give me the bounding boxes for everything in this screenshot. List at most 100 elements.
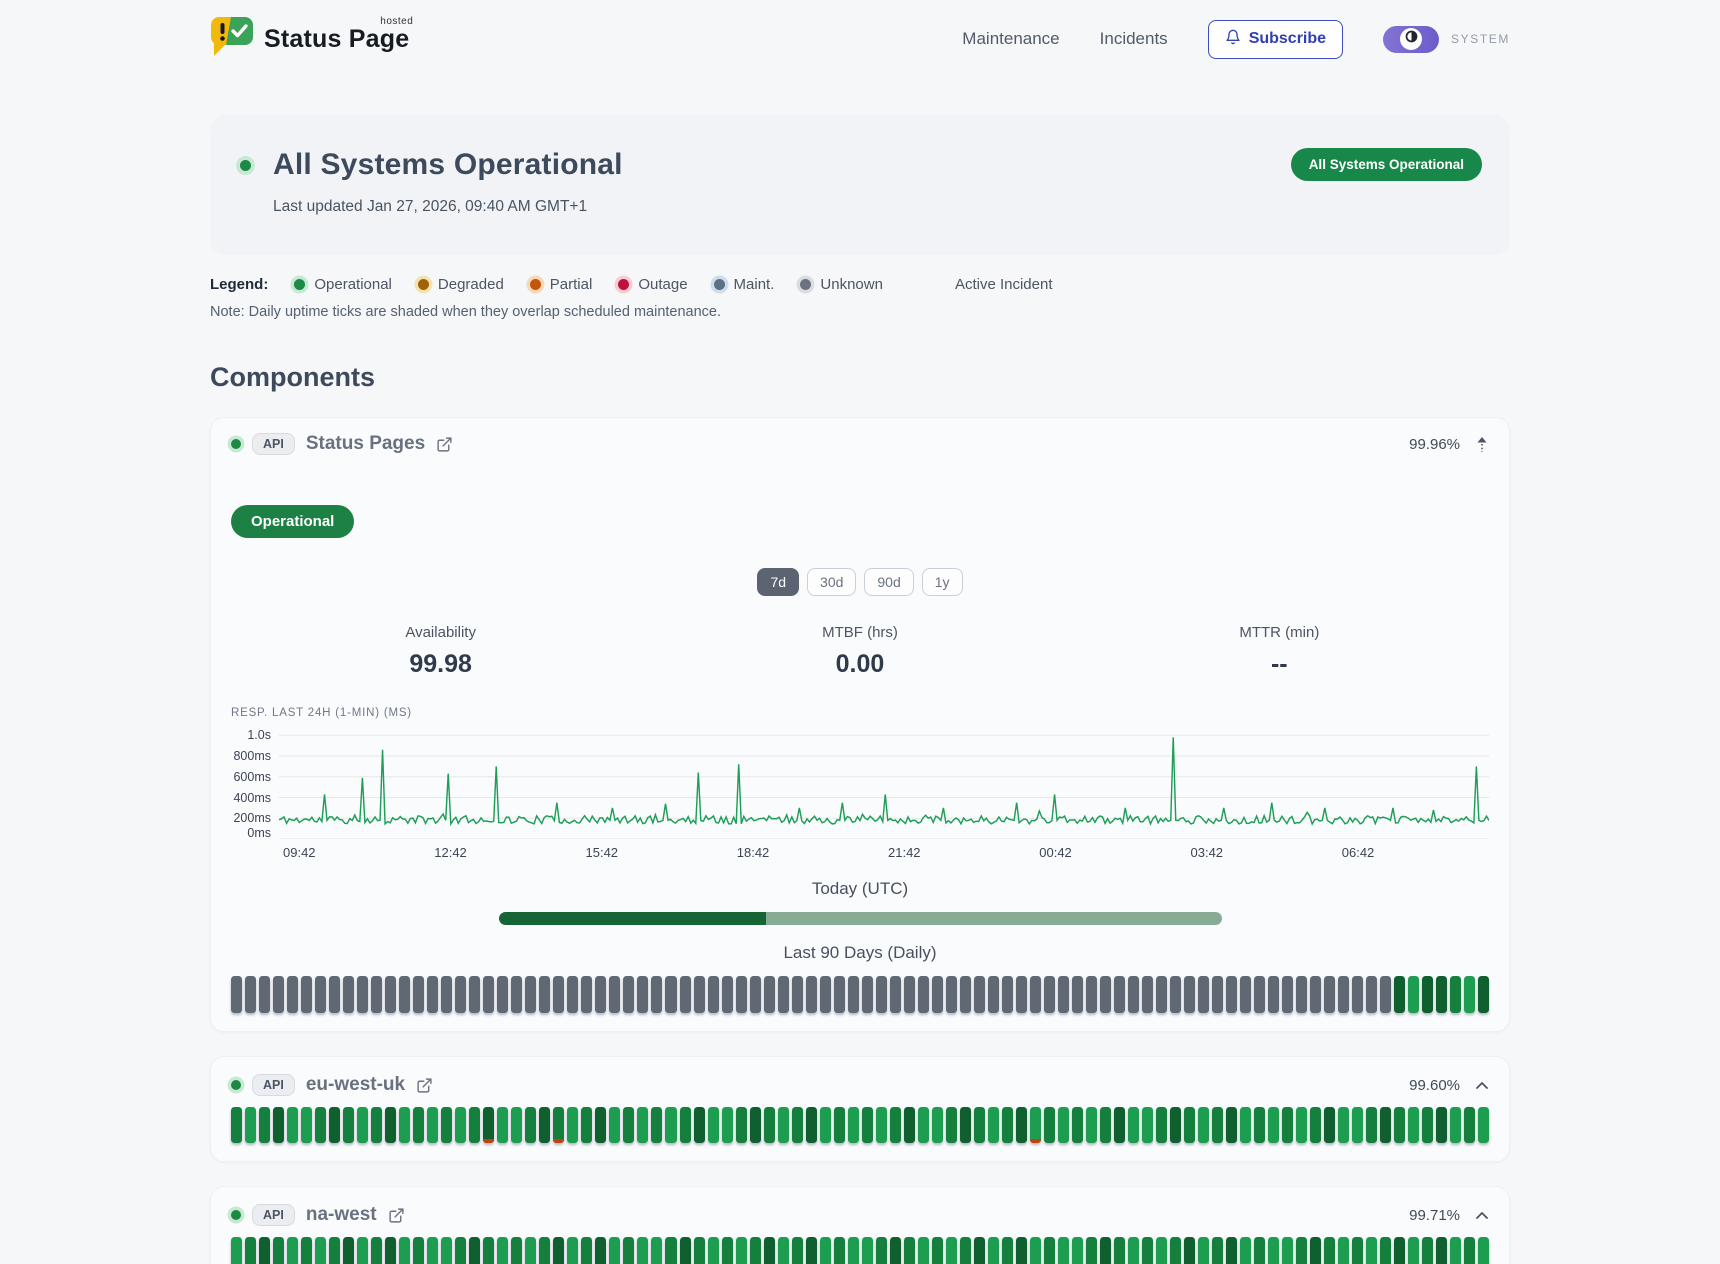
- uptime-day-tick[interactable]: [1296, 976, 1307, 1013]
- uptime-day-tick[interactable]: [960, 976, 971, 1013]
- uptime-day-tick[interactable]: [1114, 976, 1125, 1013]
- uptime-day-tick[interactable]: [259, 976, 270, 1013]
- uptime-day-tick[interactable]: [553, 1107, 564, 1143]
- uptime-day-tick[interactable]: [890, 1237, 901, 1264]
- uptime-day-tick[interactable]: [1100, 1237, 1111, 1264]
- uptime-day-tick[interactable]: [750, 976, 761, 1013]
- uptime-day-tick[interactable]: [1296, 1237, 1307, 1264]
- uptime-day-tick[interactable]: [1212, 976, 1223, 1013]
- uptime-day-tick[interactable]: [694, 976, 705, 1013]
- uptime-day-tick[interactable]: [1030, 1107, 1041, 1143]
- uptime-day-tick[interactable]: [301, 1237, 312, 1264]
- uptime-day-tick[interactable]: [848, 976, 859, 1013]
- uptime-day-tick[interactable]: [1114, 1107, 1125, 1143]
- uptime-day-tick[interactable]: [245, 1237, 256, 1264]
- uptime-day-tick[interactable]: [1212, 1107, 1223, 1143]
- uptime-day-tick[interactable]: [357, 1107, 368, 1143]
- uptime-day-tick[interactable]: [820, 1107, 831, 1143]
- uptime-day-tick[interactable]: [441, 1237, 452, 1264]
- uptime-day-tick[interactable]: [750, 1237, 761, 1264]
- uptime-day-tick[interactable]: [637, 976, 648, 1013]
- uptime-day-tick[interactable]: [1240, 1237, 1251, 1264]
- uptime-day-tick[interactable]: [343, 1237, 354, 1264]
- uptime-day-tick[interactable]: [231, 976, 242, 1013]
- uptime-day-tick[interactable]: [918, 1107, 929, 1143]
- uptime-day-tick[interactable]: [357, 976, 368, 1013]
- uptime-day-tick[interactable]: [1422, 976, 1433, 1013]
- uptime-day-tick[interactable]: [595, 1107, 606, 1143]
- external-link-icon[interactable]: [388, 1207, 405, 1224]
- uptime-day-tick[interactable]: [834, 1237, 845, 1264]
- uptime-day-tick[interactable]: [455, 1237, 466, 1264]
- uptime-day-tick[interactable]: [1436, 1107, 1447, 1143]
- uptime-day-tick[interactable]: [497, 1107, 508, 1143]
- component-header-na-west[interactable]: API na-west 99.71%: [231, 1202, 1489, 1226]
- uptime-day-tick[interactable]: [1058, 1237, 1069, 1264]
- uptime-day-tick[interactable]: [567, 1237, 578, 1264]
- uptime-day-tick[interactable]: [427, 1107, 438, 1143]
- uptime-day-tick[interactable]: [764, 1237, 775, 1264]
- uptime-day-tick[interactable]: [680, 976, 691, 1013]
- uptime-day-tick[interactable]: [918, 976, 929, 1013]
- uptime-day-tick[interactable]: [301, 1107, 312, 1143]
- uptime-day-tick[interactable]: [1044, 976, 1055, 1013]
- uptime-day-tick[interactable]: [1240, 976, 1251, 1013]
- uptime-day-tick[interactable]: [694, 1107, 705, 1143]
- uptime-day-tick[interactable]: [259, 1107, 270, 1143]
- theme-toggle[interactable]: [1383, 26, 1439, 53]
- uptime-day-tick[interactable]: [287, 1237, 298, 1264]
- uptime-day-tick[interactable]: [946, 1237, 957, 1264]
- uptime-day-tick[interactable]: [1002, 976, 1013, 1013]
- range-7d-button[interactable]: 7d: [757, 568, 799, 596]
- uptime-day-tick[interactable]: [539, 1107, 550, 1143]
- uptime-day-tick[interactable]: [1044, 1107, 1055, 1143]
- uptime-day-tick[interactable]: [1408, 1107, 1419, 1143]
- uptime-day-tick[interactable]: [736, 976, 747, 1013]
- chevron-up-icon[interactable]: [1475, 1211, 1489, 1220]
- uptime-day-tick[interactable]: [750, 1107, 761, 1143]
- chevron-up-icon[interactable]: [1475, 1081, 1489, 1090]
- uptime-day-tick[interactable]: [1030, 976, 1041, 1013]
- nav-maintenance[interactable]: Maintenance: [962, 29, 1059, 49]
- uptime-day-tick[interactable]: [287, 1107, 298, 1143]
- uptime-day-tick[interactable]: [694, 1237, 705, 1264]
- uptime-day-tick[interactable]: [1366, 1107, 1377, 1143]
- uptime-day-tick[interactable]: [581, 976, 592, 1013]
- component-header-eu-west-uk[interactable]: API eu-west-uk 99.60%: [231, 1072, 1489, 1096]
- uptime-day-tick[interactable]: [399, 976, 410, 1013]
- uptime-day-tick[interactable]: [1380, 976, 1391, 1013]
- subscribe-button[interactable]: Subscribe: [1208, 20, 1343, 59]
- uptime-day-tick[interactable]: [1128, 1237, 1139, 1264]
- uptime-day-tick[interactable]: [1394, 1107, 1405, 1143]
- uptime-day-tick[interactable]: [1002, 1107, 1013, 1143]
- uptime-day-tick[interactable]: [876, 976, 887, 1013]
- uptime-day-tick[interactable]: [1324, 1107, 1335, 1143]
- uptime-day-tick[interactable]: [1464, 1237, 1475, 1264]
- uptime-day-tick[interactable]: [483, 1237, 494, 1264]
- uptime-day-tick[interactable]: [806, 1237, 817, 1264]
- uptime-day-tick[interactable]: [1254, 976, 1265, 1013]
- uptime-day-tick[interactable]: [862, 1107, 873, 1143]
- uptime-day-tick[interactable]: [525, 1107, 536, 1143]
- uptime-day-tick[interactable]: [1268, 976, 1279, 1013]
- uptime-day-tick[interactable]: [623, 1237, 634, 1264]
- uptime-day-tick[interactable]: [315, 976, 326, 1013]
- uptime-day-tick[interactable]: [708, 1237, 719, 1264]
- uptime-day-tick[interactable]: [287, 976, 298, 1013]
- uptime-day-tick[interactable]: [1128, 1107, 1139, 1143]
- external-link-icon[interactable]: [436, 436, 453, 453]
- uptime-day-tick[interactable]: [1254, 1107, 1265, 1143]
- uptime-day-tick[interactable]: [637, 1237, 648, 1264]
- uptime-day-tick[interactable]: [778, 1107, 789, 1143]
- uptime-day-tick[interactable]: [1464, 976, 1475, 1013]
- uptime-day-tick[interactable]: [567, 976, 578, 1013]
- uptime-day-tick[interactable]: [680, 1237, 691, 1264]
- uptime-day-tick[interactable]: [820, 1237, 831, 1264]
- uptime-day-tick[interactable]: [960, 1237, 971, 1264]
- uptime-day-tick[interactable]: [806, 976, 817, 1013]
- uptime-day-tick[interactable]: [1142, 1237, 1153, 1264]
- uptime-day-tick[interactable]: [1352, 1237, 1363, 1264]
- uptime-day-tick[interactable]: [1058, 1107, 1069, 1143]
- uptime-day-tick[interactable]: [525, 1237, 536, 1264]
- uptime-day-tick[interactable]: [581, 1107, 592, 1143]
